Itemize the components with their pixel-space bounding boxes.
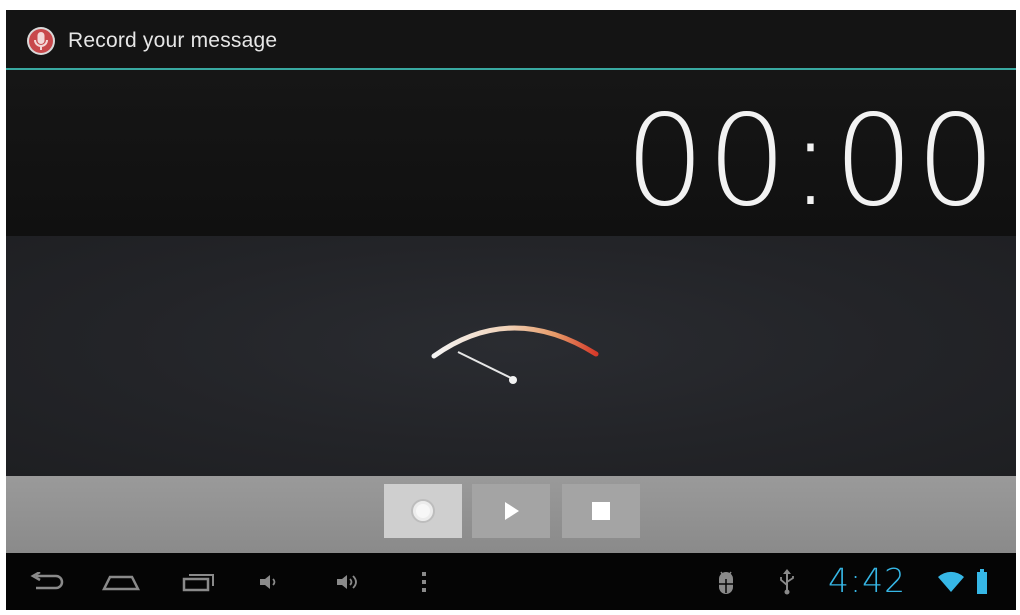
menu-icon[interactable] [416,569,432,595]
action-bar: Record your message [6,10,1016,68]
android-debug-icon [714,569,738,595]
stop-icon [592,502,610,520]
battery-icon [974,569,990,595]
back-icon[interactable] [28,569,68,595]
wifi-icon [936,569,966,595]
elapsed-timer: 00:00 [624,87,998,234]
stop-button[interactable] [562,484,640,538]
recent-apps-icon[interactable] [178,569,218,595]
vu-meter [431,325,599,384]
page-title: Record your message [68,29,278,52]
usb-icon [776,569,798,595]
play-icon [505,502,519,520]
play-button[interactable] [472,484,550,538]
vu-meter-needle [457,351,514,380]
record-icon [411,499,435,523]
timer-panel: 00:00 [6,70,1016,236]
status-clock[interactable]: 4:42 [828,563,906,599]
volume-up-icon[interactable] [332,569,366,595]
screen: Record your message 00:00 4:42 [6,10,1016,610]
record-button[interactable] [384,484,462,538]
microphone-icon [27,27,55,55]
level-meter-panel [6,236,1016,476]
home-icon[interactable] [100,569,142,595]
vu-meter-pivot [509,376,517,384]
system-bar: 4:42 [6,553,1016,610]
transport-controls [6,476,1016,553]
volume-down-icon[interactable] [254,569,284,595]
